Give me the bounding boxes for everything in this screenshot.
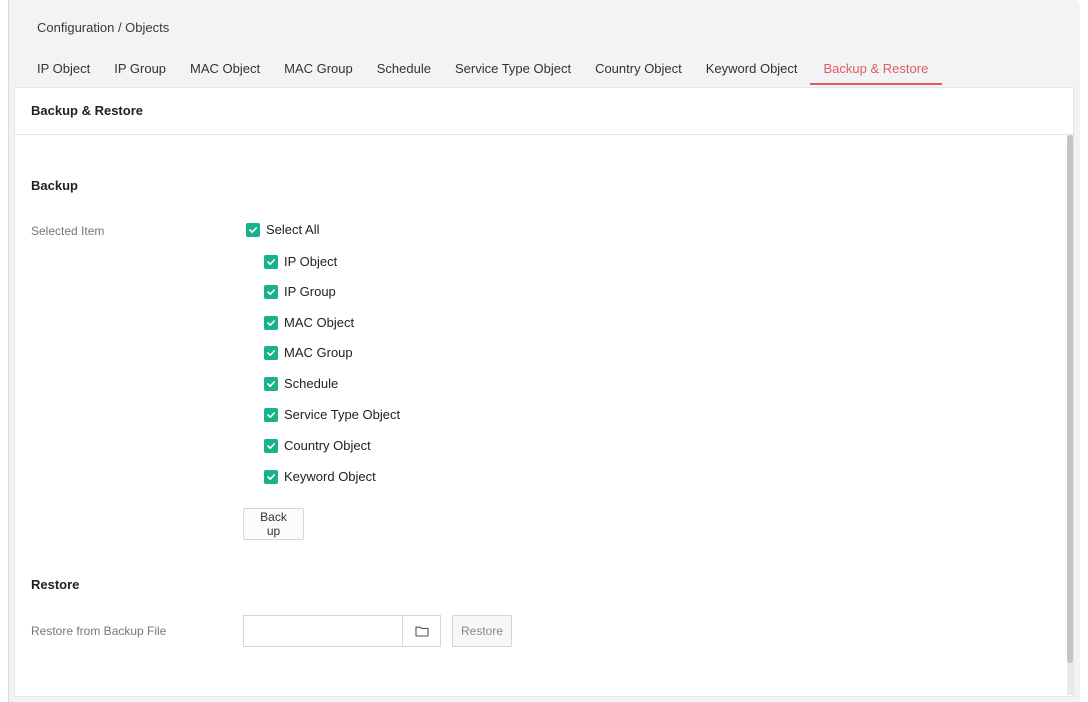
checkbox-keyword-object[interactable]: Keyword Object xyxy=(264,469,376,484)
checkbox-mac-group[interactable]: MAC Group xyxy=(264,345,353,360)
checkbox-mac-object[interactable]: MAC Object xyxy=(264,315,354,330)
breadcrumb: Configuration / Objects xyxy=(37,20,170,35)
checkbox-label: Country Object xyxy=(284,438,371,453)
checkbox-checked-icon xyxy=(264,469,278,484)
scrollbar[interactable] xyxy=(1067,135,1073,695)
checkbox-checked-icon xyxy=(264,315,278,330)
checkbox-ip-object[interactable]: IP Object xyxy=(264,254,337,269)
checkbox-checked-icon xyxy=(246,222,260,237)
folder-icon xyxy=(414,625,429,637)
restore-file-input[interactable] xyxy=(243,615,402,647)
checkbox-checked-icon xyxy=(264,376,278,391)
backup-button[interactable]: Back up xyxy=(243,508,304,540)
checkbox-label: IP Group xyxy=(284,284,336,299)
tab-bar: IP Object IP Group MAC Object MAC Group … xyxy=(37,53,943,85)
backup-section-title: Backup xyxy=(31,178,78,193)
tab-keyword-object[interactable]: Keyword Object xyxy=(694,53,810,85)
selected-item-label: Selected Item xyxy=(31,224,105,238)
checkbox-checked-icon xyxy=(264,284,278,299)
restore-section-title: Restore xyxy=(31,577,80,592)
checkbox-checked-icon xyxy=(264,254,278,269)
checkbox-checked-icon xyxy=(264,345,278,360)
select-all-checkbox[interactable]: Select All xyxy=(246,222,319,237)
tab-schedule[interactable]: Schedule xyxy=(365,53,443,85)
checkbox-country-object[interactable]: Country Object xyxy=(264,438,371,453)
panel-title: Backup & Restore xyxy=(15,88,1073,135)
checkbox-ip-group[interactable]: IP Group xyxy=(264,284,336,299)
tab-ip-group[interactable]: IP Group xyxy=(102,53,178,85)
tab-country-object[interactable]: Country Object xyxy=(583,53,694,85)
checkbox-label: Schedule xyxy=(284,376,339,391)
checkbox-label: Keyword Object xyxy=(284,469,376,484)
restore-button[interactable]: Restore xyxy=(452,615,512,647)
checkbox-label: Service Type Object xyxy=(284,407,401,422)
scrollbar-thumb[interactable] xyxy=(1067,135,1073,663)
tab-mac-object[interactable]: MAC Object xyxy=(178,53,272,85)
checkbox-schedule[interactable]: Schedule xyxy=(264,376,338,391)
browse-file-button[interactable] xyxy=(402,615,441,647)
select-all-label: Select All xyxy=(266,222,320,237)
tab-ip-object[interactable]: IP Object xyxy=(37,53,102,85)
tab-backup-restore[interactable]: Backup & Restore xyxy=(809,53,943,85)
checkbox-label: MAC Group xyxy=(284,345,353,360)
tab-service-type-object[interactable]: Service Type Object xyxy=(443,53,583,85)
backup-restore-panel: Backup & Restore Backup Selected Item Se… xyxy=(14,87,1074,697)
tab-mac-group[interactable]: MAC Group xyxy=(272,53,365,85)
checkbox-checked-icon xyxy=(264,438,278,453)
restore-file-label: Restore from Backup File xyxy=(31,624,167,638)
checkbox-checked-icon xyxy=(264,407,278,422)
checkbox-label: IP Object xyxy=(284,254,338,269)
checkbox-label: MAC Object xyxy=(284,315,355,330)
checkbox-service-type-object[interactable]: Service Type Object xyxy=(264,407,400,422)
